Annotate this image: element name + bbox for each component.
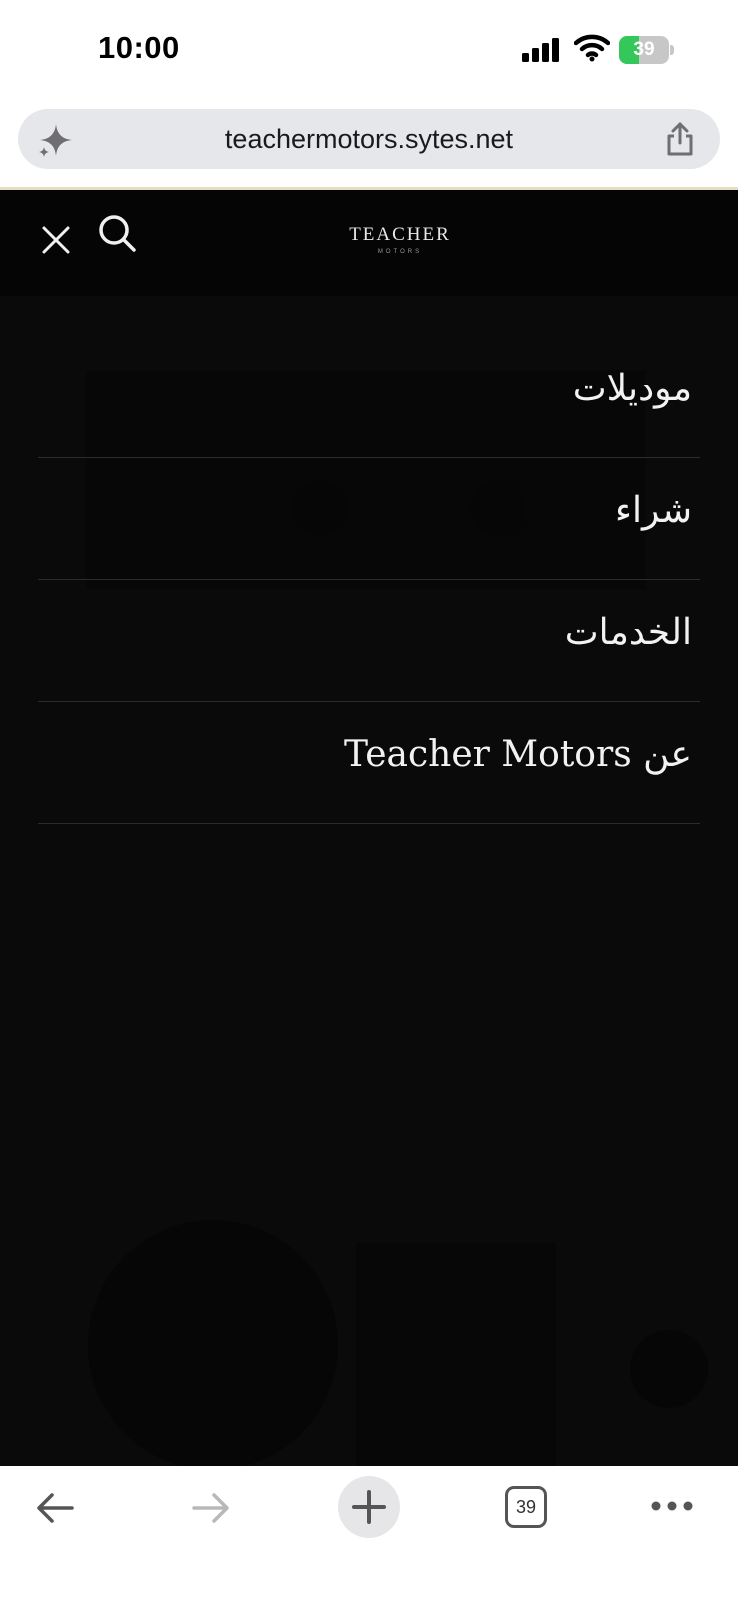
menu-item-models[interactable]: موديلات (38, 336, 700, 458)
new-tab-button[interactable] (338, 1476, 400, 1538)
background-graphic-dimmed (356, 1242, 556, 1466)
site-header: TEACHER MOTORS (0, 190, 738, 296)
background-graphic-dimmed (88, 1220, 338, 1466)
address-bar[interactable]: teachermotors.sytes.net (18, 109, 720, 169)
web-page: TEACHER MOTORS موديلات شراء الخدمات عن T… (0, 190, 738, 1466)
status-time: 10:00 (98, 30, 180, 65)
battery-indicator: 39 (619, 36, 674, 64)
wifi-icon (574, 34, 610, 62)
menu-item-about[interactable]: عن Teacher Motors (38, 702, 700, 824)
menu-item-label: شراء (615, 490, 692, 531)
back-arrow-icon[interactable] (34, 1488, 76, 1528)
more-icon[interactable] (650, 1496, 694, 1516)
search-icon[interactable] (96, 212, 140, 256)
site-logo[interactable]: TEACHER MOTORS (330, 224, 470, 255)
share-icon[interactable] (664, 121, 696, 157)
menu-item-label: عن Teacher Motors (344, 734, 692, 775)
menu-item-label: موديلات (572, 368, 692, 409)
forward-arrow-icon[interactable] (190, 1488, 232, 1528)
status-bar: 10:00 39 (0, 0, 738, 100)
plus-icon (352, 1490, 386, 1524)
logo-subtitle: MOTORS (377, 249, 423, 255)
menu-item-buy[interactable]: شراء (38, 458, 700, 580)
url-text[interactable]: teachermotors.sytes.net (98, 109, 640, 169)
menu-item-services[interactable]: الخدمات (38, 580, 700, 702)
cellular-signal-icon (522, 38, 559, 62)
battery-level: 39 (633, 39, 655, 60)
background-chat-button-dimmed (630, 1330, 708, 1408)
browser-toolbar: 39 (0, 1466, 738, 1600)
tabs-icon[interactable]: 39 (505, 1486, 547, 1528)
close-icon[interactable] (36, 220, 76, 260)
sparkle-icon[interactable] (38, 122, 74, 158)
logo-wordmark: TEACHER (349, 224, 451, 245)
menu-item-label: الخدمات (564, 612, 692, 653)
navigation-menu: موديلات شراء الخدمات عن Teacher Motors (38, 336, 700, 824)
